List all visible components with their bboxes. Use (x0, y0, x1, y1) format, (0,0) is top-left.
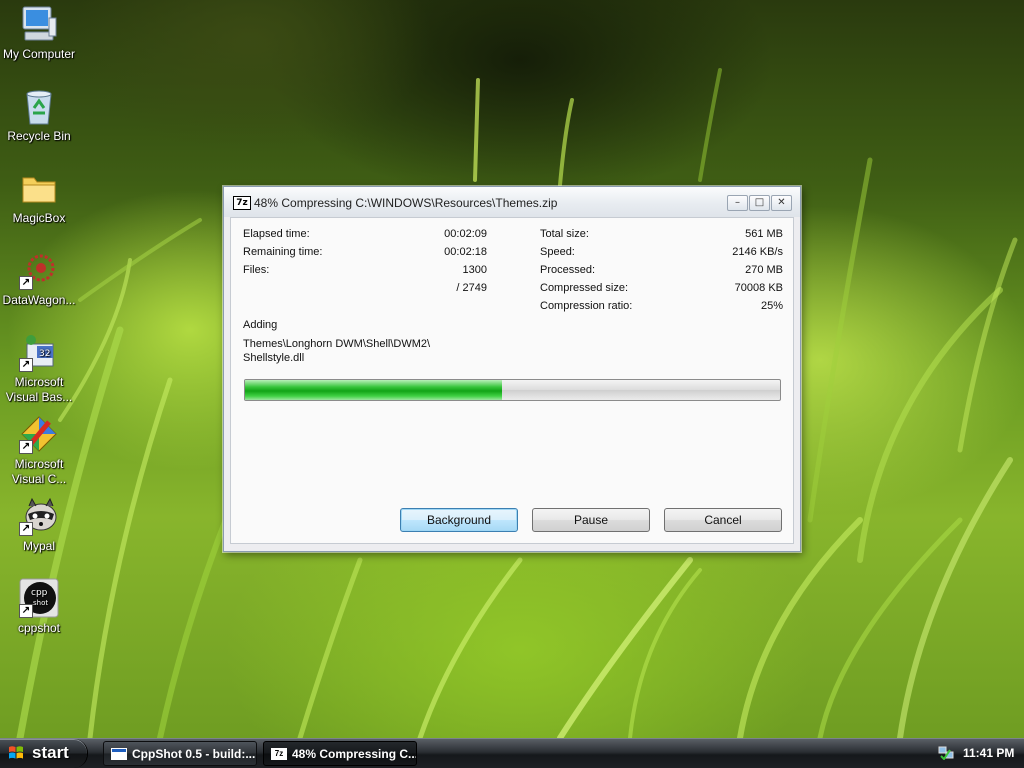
shortcut-arrow-icon: ↗ (19, 604, 33, 618)
compressed-size-value: 70008 KB (734, 282, 783, 294)
speed-value: 2146 KB/s (732, 246, 783, 258)
operation-label: Adding (243, 319, 278, 331)
desktop-icon-label: Mypal (22, 539, 55, 553)
raccoon-icon: ↗ (19, 496, 59, 536)
compression-progress-bar (244, 379, 781, 401)
window-icon (111, 748, 127, 760)
taskbar-button-label: CppShot 0.5 - build:... (132, 747, 256, 761)
7zip-icon: 7z (233, 196, 251, 210)
recycle-bin-icon (19, 86, 59, 126)
remaining-time-value: 00:02:18 (444, 246, 487, 258)
progress-bar-fill (245, 380, 502, 400)
desktop-icon-my-computer[interactable]: My Computer (0, 4, 78, 62)
visual-basic-icon: 32 ↗ (19, 332, 59, 372)
total-size-value: 561 MB (745, 228, 783, 240)
desktop-icon-mypal[interactable]: ↗ Mypal (0, 496, 78, 554)
folder-icon (19, 168, 59, 208)
shortcut-arrow-icon: ↗ (19, 358, 33, 372)
compress-progress-dialog: 7z 48% Compressing C:\WINDOWS\Resources\… (223, 186, 801, 552)
datawagon-icon: ↗ (19, 250, 59, 290)
desktop-icon-datawagon[interactable]: ↗ DataWagon... (0, 250, 78, 308)
desktop-icon-label: DataWagon... (2, 293, 76, 307)
cancel-button[interactable]: Cancel (664, 508, 782, 532)
computer-icon (19, 4, 59, 44)
maximize-button[interactable]: □ (749, 195, 770, 211)
svg-text:32: 32 (39, 349, 50, 359)
windows-logo-icon (9, 746, 23, 759)
compression-ratio-value: 25% (760, 300, 783, 312)
elapsed-time-label: Elapsed time: (243, 228, 310, 240)
network-icon[interactable] (938, 746, 954, 760)
shortcut-arrow-icon: ↗ (19, 440, 33, 454)
system-tray: 11:41 PM (930, 739, 1024, 768)
background-button[interactable]: Background (400, 508, 518, 532)
desktop-icon-cppshot[interactable]: cpp shot ↗ cppshot (0, 578, 78, 636)
processed-value: 270 MB (745, 264, 783, 276)
visual-c-icon: ↗ (19, 414, 59, 454)
7zip-icon: 7z (271, 748, 287, 760)
files-total-value: / 2749 (456, 282, 487, 294)
taskbar-button-cppshot[interactable]: CppShot 0.5 - build:... (103, 741, 257, 766)
shortcut-arrow-icon: ↗ (19, 522, 33, 536)
desktop-icon-label: cppshot (17, 621, 61, 635)
dialog-title: 48% Compressing C:\WINDOWS\Resources\The… (254, 196, 558, 210)
taskbar-button-label: 48% Compressing C... (292, 747, 417, 761)
minimize-button[interactable]: – (727, 195, 748, 211)
elapsed-time-value: 00:02:09 (444, 228, 487, 240)
desktop-icon-visual-basic[interactable]: 32 ↗ Microsoft Visual Bas... (0, 332, 78, 405)
desktop-icon-label: MagicBox (12, 211, 66, 225)
dialog-titlebar[interactable]: 7z 48% Compressing C:\WINDOWS\Resources\… (224, 187, 800, 217)
current-file-name: Shellstyle.dll (243, 352, 305, 364)
desktop-icon-label: Microsoft Visual C... (11, 457, 67, 486)
compression-ratio-label: Compression ratio: (540, 300, 633, 312)
desktop-icon-label: Microsoft Visual Bas... (5, 375, 73, 404)
total-size-label: Total size: (540, 228, 589, 240)
pause-button[interactable]: Pause (532, 508, 650, 532)
speed-label: Speed: (540, 246, 575, 258)
dialog-client-area: Elapsed time: 00:02:09 Remaining time: 0… (230, 217, 794, 544)
svg-text:shot: shot (33, 599, 48, 607)
taskbar: start CppShot 0.5 - build:... 7z 48% Com… (0, 738, 1024, 768)
close-button[interactable]: ✕ (771, 195, 792, 211)
compressed-size-label: Compressed size: (540, 282, 629, 294)
files-label: Files: (243, 264, 270, 276)
start-label: start (32, 743, 69, 762)
desktop-icon-visual-c[interactable]: ↗ Microsoft Visual C... (0, 414, 78, 487)
taskbar-button-7zip[interactable]: 7z 48% Compressing C... (263, 741, 417, 766)
processed-label: Processed: (540, 264, 596, 276)
remaining-time-label: Remaining time: (243, 246, 323, 258)
cppshot-icon: cpp shot ↗ (19, 578, 59, 618)
desktop-icon-label: Recycle Bin (7, 129, 71, 143)
desktop-icon-label: My Computer (2, 47, 76, 61)
files-value: 1300 (462, 264, 487, 276)
start-button[interactable]: start (0, 739, 88, 768)
current-file-path: Themes\Longhorn DWM\Shell\DWM2\ (243, 338, 431, 350)
desktop-icon-magicbox[interactable]: MagicBox (0, 168, 78, 226)
clock[interactable]: 11:41 PM (963, 746, 1014, 760)
desktop-icon-recycle-bin[interactable]: Recycle Bin (0, 86, 78, 144)
svg-text:cpp: cpp (31, 588, 48, 598)
shortcut-arrow-icon: ↗ (19, 276, 33, 290)
